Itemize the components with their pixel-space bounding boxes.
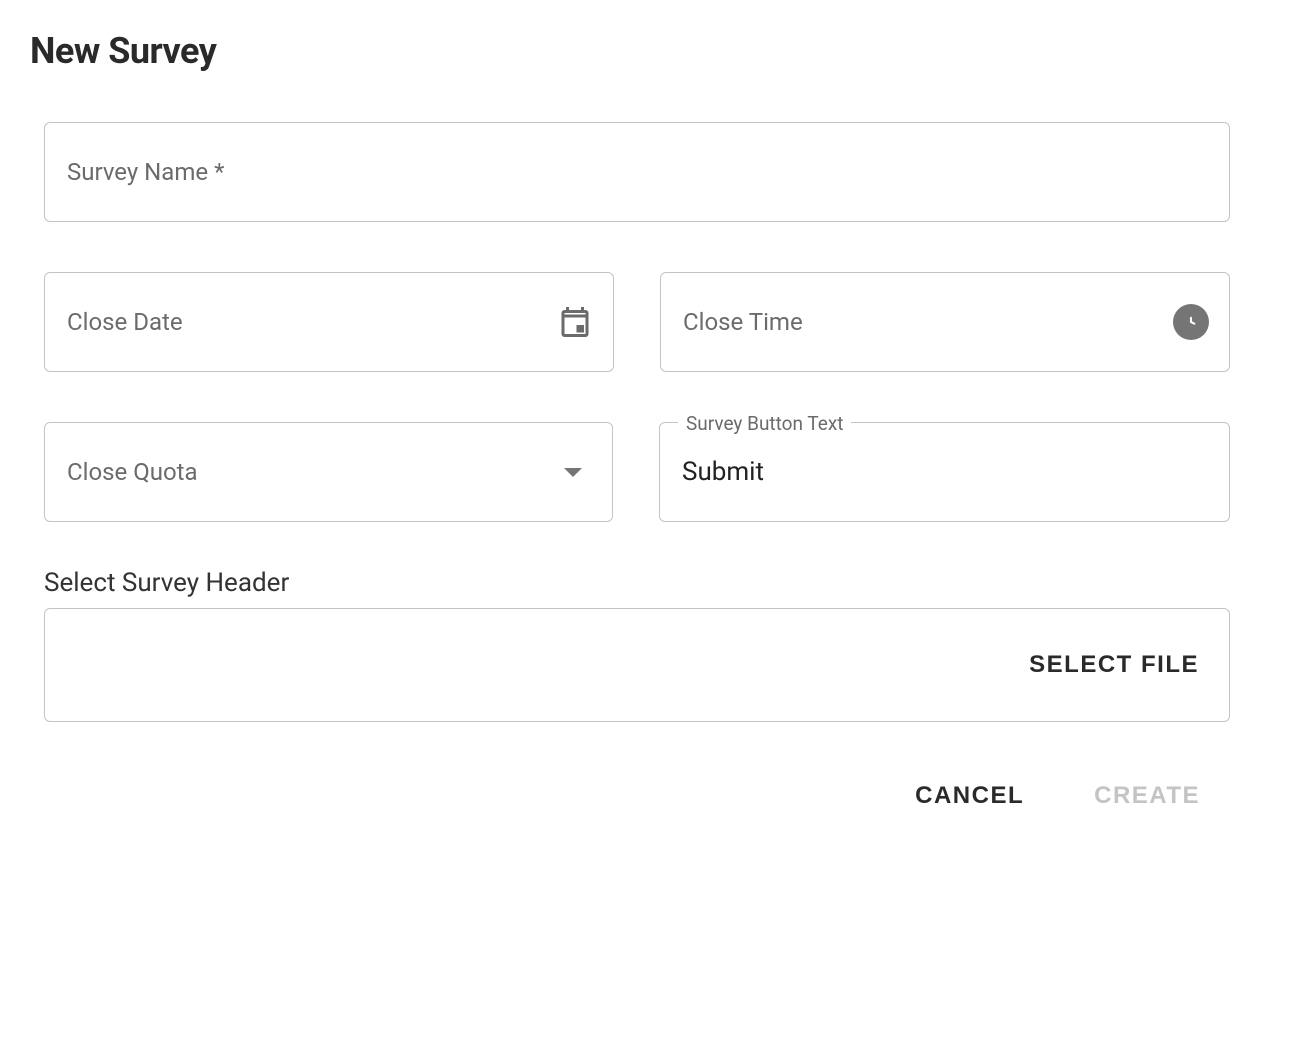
row-close-datetime: Close Date Close Time	[44, 272, 1230, 372]
close-time-field[interactable]: Close Time	[660, 272, 1230, 372]
survey-header-section: Select Survey Header SELECT FILE	[30, 568, 1230, 722]
select-survey-header-label: Select Survey Header	[30, 568, 1230, 598]
create-button[interactable]: CREATE	[1094, 782, 1200, 810]
file-select-box[interactable]: SELECT FILE	[44, 608, 1230, 722]
survey-name-field[interactable]: Survey Name *	[44, 122, 1230, 222]
cancel-button[interactable]: CANCEL	[915, 782, 1024, 810]
new-survey-form: New Survey Survey Name * Close Date	[30, 30, 1230, 810]
form-grid: Survey Name * Close Date Close Time	[30, 122, 1230, 522]
select-file-button[interactable]: SELECT FILE	[1029, 651, 1199, 679]
survey-button-text-field[interactable]: Survey Button Text Submit	[659, 422, 1230, 522]
actions-row: CANCEL CREATE	[30, 782, 1230, 810]
page-title: New Survey	[30, 30, 1230, 72]
row-quota-button: Close Quota Survey Button Text Submit	[44, 422, 1230, 522]
row-survey-name: Survey Name *	[44, 122, 1230, 222]
close-quota-field[interactable]: Close Quota	[44, 422, 613, 522]
close-date-field[interactable]: Close Date	[44, 272, 614, 372]
